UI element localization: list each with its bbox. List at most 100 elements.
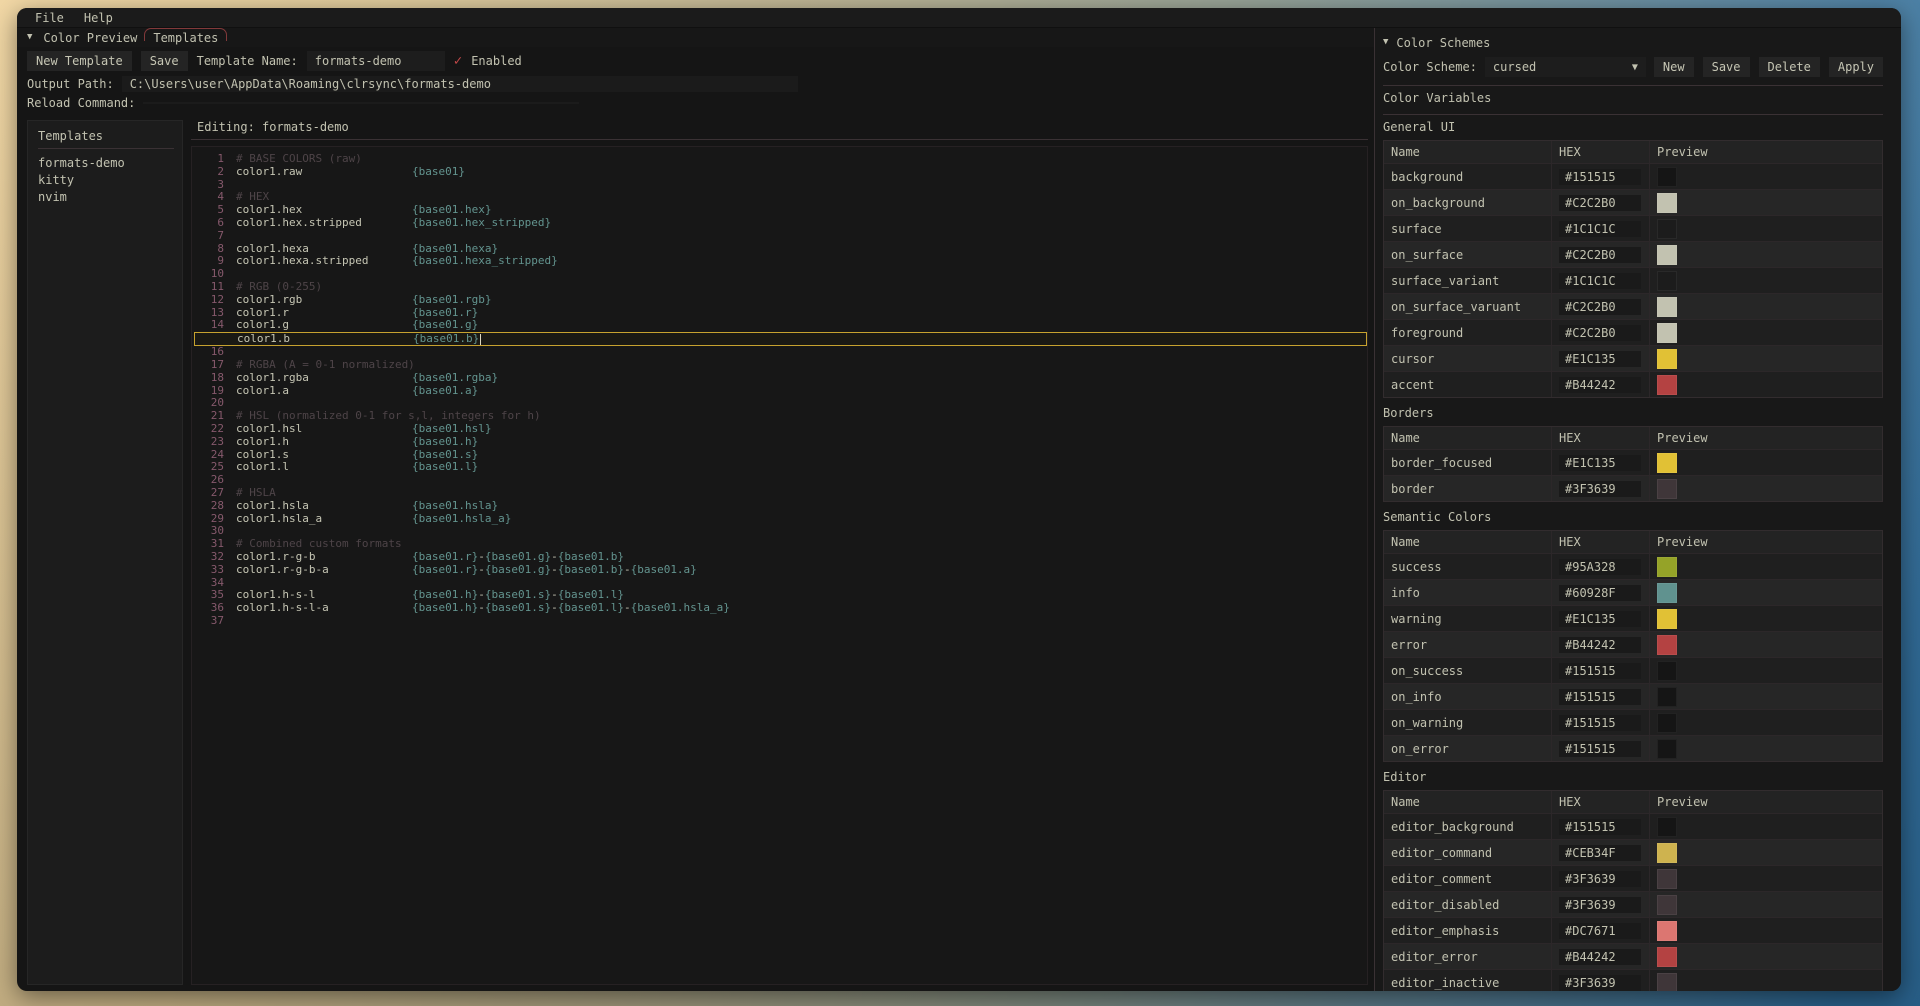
color-swatch[interactable] bbox=[1657, 271, 1677, 291]
table-row[interactable]: background#151515 bbox=[1384, 163, 1882, 189]
color-swatch[interactable] bbox=[1657, 687, 1677, 707]
code-line[interactable]: 32color1.r-g-b{base01.r}-{base01.g}-{bas… bbox=[194, 551, 1367, 564]
code-line[interactable]: 19color1.a{base01.a} bbox=[194, 385, 1367, 398]
section-color-preview[interactable]: Color Preview bbox=[38, 31, 142, 45]
color-swatch[interactable] bbox=[1657, 297, 1677, 317]
tab-templates[interactable]: Templates bbox=[148, 31, 223, 45]
color-scheme-dropdown[interactable]: cursed ▼ bbox=[1485, 57, 1646, 77]
menu-item-help[interactable]: Help bbox=[76, 11, 121, 25]
color-hex-value[interactable]: #E1C135 bbox=[1559, 611, 1641, 627]
code-line[interactable]: 1# BASE COLORS (raw) bbox=[194, 153, 1367, 166]
color-swatch[interactable] bbox=[1657, 817, 1677, 837]
table-row[interactable]: surface_variant#1C1C1C bbox=[1384, 267, 1882, 293]
color-swatch[interactable] bbox=[1657, 479, 1677, 499]
code-line[interactable]: 28color1.hsla{base01.hsla} bbox=[194, 500, 1367, 513]
code-line[interactable]: 23color1.h{base01.h} bbox=[194, 436, 1367, 449]
color-swatch[interactable] bbox=[1657, 843, 1677, 863]
table-row[interactable]: cursor#E1C135 bbox=[1384, 345, 1882, 371]
collapse-arrow-icon[interactable]: ▼ bbox=[27, 32, 32, 42]
color-hex-value[interactable]: #3F3639 bbox=[1559, 975, 1641, 991]
table-row[interactable]: editor_disabled#3F3639 bbox=[1384, 891, 1882, 917]
color-hex-value[interactable]: #C2C2B0 bbox=[1559, 247, 1641, 263]
scheme-save-button[interactable]: Save bbox=[1703, 57, 1750, 77]
color-swatch[interactable] bbox=[1657, 245, 1677, 265]
color-swatch[interactable] bbox=[1657, 869, 1677, 889]
code-line[interactable]: 31# Combined custom formats bbox=[194, 538, 1367, 551]
code-line[interactable]: 26 bbox=[194, 474, 1367, 487]
code-line[interactable]: 35color1.h-s-l{base01.h}-{base01.s}-{bas… bbox=[194, 589, 1367, 602]
table-row[interactable]: on_surface_varuant#C2C2B0 bbox=[1384, 293, 1882, 319]
menu-item-file[interactable]: File bbox=[27, 11, 72, 25]
table-row[interactable]: error#B44242 bbox=[1384, 631, 1882, 657]
table-row[interactable]: editor_comment#3F3639 bbox=[1384, 865, 1882, 891]
code-line[interactable]: 36color1.h-s-l-a{base01.h}-{base01.s}-{b… bbox=[194, 602, 1367, 615]
color-swatch[interactable] bbox=[1657, 713, 1677, 733]
scheme-new-button[interactable]: New bbox=[1654, 57, 1694, 77]
new-template-button[interactable]: New Template bbox=[27, 51, 132, 71]
color-hex-value[interactable]: #3F3639 bbox=[1559, 481, 1641, 497]
scheme-apply-button[interactable]: Apply bbox=[1829, 57, 1883, 77]
color-swatch[interactable] bbox=[1657, 453, 1677, 473]
color-swatch[interactable] bbox=[1657, 609, 1677, 629]
table-row[interactable]: border#3F3639 bbox=[1384, 475, 1882, 501]
code-line[interactable]: 8color1.hexa{base01.hexa} bbox=[194, 243, 1367, 256]
color-swatch[interactable] bbox=[1657, 895, 1677, 915]
color-swatch[interactable] bbox=[1657, 557, 1677, 577]
save-template-button[interactable]: Save bbox=[141, 51, 188, 71]
code-line[interactable]: 22color1.hsl{base01.hsl} bbox=[194, 423, 1367, 436]
table-row[interactable]: success#95A328 bbox=[1384, 553, 1882, 579]
code-line[interactable]: color1.b{base01.b} bbox=[194, 332, 1367, 346]
color-hex-value[interactable]: #B44242 bbox=[1559, 949, 1641, 965]
code-line[interactable]: 6color1.hex.stripped{base01.hex_stripped… bbox=[194, 217, 1367, 230]
color-hex-value[interactable]: #C2C2B0 bbox=[1559, 325, 1641, 341]
color-hex-value[interactable]: #151515 bbox=[1559, 169, 1641, 185]
color-hex-value[interactable]: #DC7671 bbox=[1559, 923, 1641, 939]
color-hex-value[interactable]: #151515 bbox=[1559, 663, 1641, 679]
color-hex-value[interactable]: #151515 bbox=[1559, 689, 1641, 705]
enabled-checkbox[interactable]: ✓ bbox=[454, 55, 462, 67]
color-hex-value[interactable]: #3F3639 bbox=[1559, 871, 1641, 887]
table-row[interactable]: on_surface#C2C2B0 bbox=[1384, 241, 1882, 267]
code-line[interactable]: 18color1.rgba{base01.rgba} bbox=[194, 372, 1367, 385]
table-row[interactable]: on_info#151515 bbox=[1384, 683, 1882, 709]
color-hex-value[interactable]: #CEB34F bbox=[1559, 845, 1641, 861]
table-row[interactable]: editor_background#151515 bbox=[1384, 813, 1882, 839]
code-line[interactable]: 29color1.hsla_a{base01.hsla_a} bbox=[194, 513, 1367, 526]
code-line[interactable]: 34 bbox=[194, 577, 1367, 590]
code-line[interactable]: 2color1.raw{base01} bbox=[194, 166, 1367, 179]
color-hex-value[interactable]: #C2C2B0 bbox=[1559, 195, 1641, 211]
scheme-delete-button[interactable]: Delete bbox=[1759, 57, 1820, 77]
color-swatch[interactable] bbox=[1657, 661, 1677, 681]
code-line[interactable]: 11# RGB (0-255) bbox=[194, 281, 1367, 294]
code-line[interactable]: 21# HSL (normalized 0-1 for s,l, integer… bbox=[194, 410, 1367, 423]
table-row[interactable]: surface#1C1C1C bbox=[1384, 215, 1882, 241]
code-line[interactable]: 10 bbox=[194, 268, 1367, 281]
color-hex-value[interactable]: #E1C135 bbox=[1559, 455, 1641, 471]
table-row[interactable]: on_background#C2C2B0 bbox=[1384, 189, 1882, 215]
color-hex-value[interactable]: #3F3639 bbox=[1559, 897, 1641, 913]
color-swatch[interactable] bbox=[1657, 973, 1677, 992]
table-row[interactable]: on_warning#151515 bbox=[1384, 709, 1882, 735]
table-row[interactable]: info#60928F bbox=[1384, 579, 1882, 605]
code-line[interactable]: 3 bbox=[194, 179, 1367, 192]
color-swatch[interactable] bbox=[1657, 947, 1677, 967]
code-line[interactable]: 5color1.hex{base01.hex} bbox=[194, 204, 1367, 217]
code-line[interactable]: 25color1.l{base01.l} bbox=[194, 461, 1367, 474]
color-swatch[interactable] bbox=[1657, 219, 1677, 239]
table-row[interactable]: on_error#151515 bbox=[1384, 735, 1882, 761]
template-list-item[interactable]: nvim bbox=[38, 189, 174, 206]
color-hex-value[interactable]: #B44242 bbox=[1559, 637, 1641, 653]
code-line[interactable]: 17# RGBA (A = 0-1 normalized) bbox=[194, 359, 1367, 372]
color-hex-value[interactable]: #1C1C1C bbox=[1559, 221, 1641, 237]
table-row[interactable]: accent#B44242 bbox=[1384, 371, 1882, 397]
code-line[interactable]: 9color1.hexa.stripped{base01.hexa_stripp… bbox=[194, 255, 1367, 268]
color-swatch[interactable] bbox=[1657, 375, 1677, 395]
template-list-item[interactable]: kitty bbox=[38, 172, 174, 189]
color-swatch[interactable] bbox=[1657, 167, 1677, 187]
code-line[interactable]: 13color1.r{base01.r} bbox=[194, 307, 1367, 320]
color-hex-value[interactable]: #60928F bbox=[1559, 585, 1641, 601]
color-swatch[interactable] bbox=[1657, 349, 1677, 369]
table-row[interactable]: on_success#151515 bbox=[1384, 657, 1882, 683]
template-name-input[interactable]: formats-demo bbox=[307, 51, 445, 71]
color-swatch[interactable] bbox=[1657, 583, 1677, 603]
